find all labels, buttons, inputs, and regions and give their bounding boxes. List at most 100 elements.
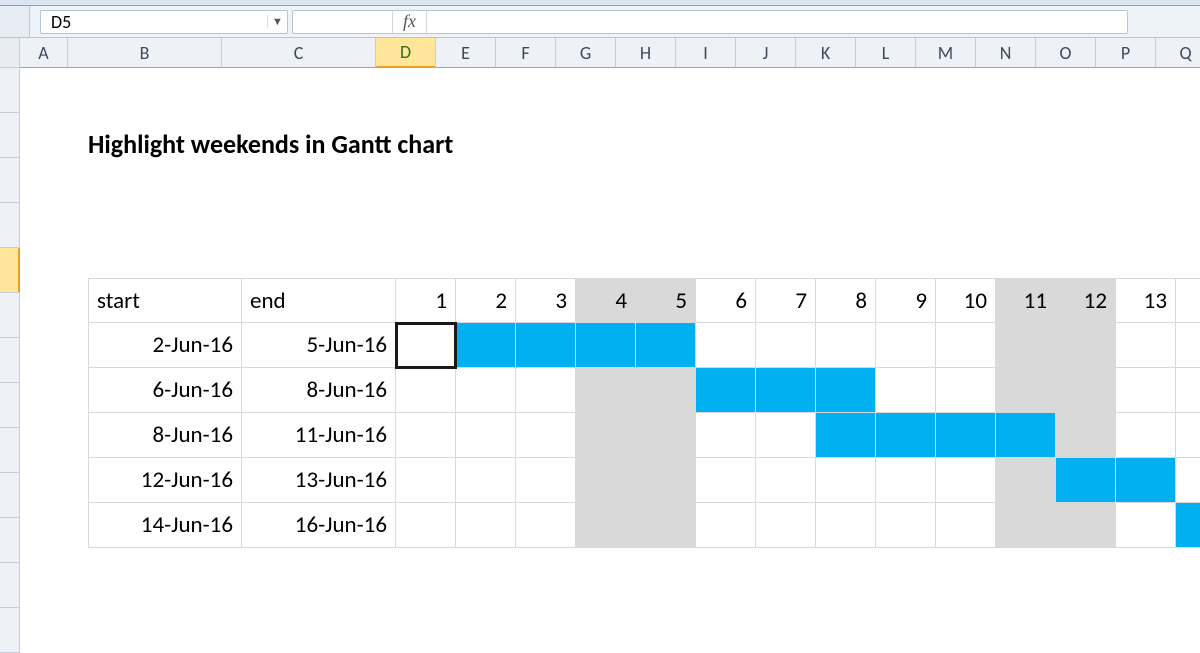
gantt-cell[interactable] (1116, 323, 1176, 368)
gantt-cell[interactable] (696, 413, 756, 458)
gantt-cell[interactable] (1176, 458, 1200, 503)
cell-end[interactable]: 16-Jun-16 (242, 503, 396, 548)
cell-end[interactable]: 13-Jun-16 (242, 458, 396, 503)
row-header-1[interactable] (0, 68, 20, 113)
gantt-cell[interactable] (696, 503, 756, 548)
gantt-cell[interactable] (456, 413, 516, 458)
select-all-corner[interactable] (0, 38, 20, 68)
fx-icon[interactable]: fx (393, 11, 427, 33)
column-header-J[interactable]: J (736, 38, 796, 68)
cell-start[interactable]: 8-Jun-16 (88, 413, 242, 458)
gantt-cell[interactable] (576, 503, 636, 548)
column-header-N[interactable]: N (976, 38, 1036, 68)
gantt-cell[interactable] (1176, 368, 1200, 413)
cell-end[interactable]: 8-Jun-16 (242, 368, 396, 413)
gantt-cell[interactable] (1056, 458, 1116, 503)
gantt-cell[interactable] (396, 413, 456, 458)
gantt-cell[interactable] (876, 323, 936, 368)
gantt-cell[interactable] (456, 323, 516, 368)
column-header-L[interactable]: L (856, 38, 916, 68)
row-header-10[interactable] (0, 473, 20, 518)
column-header-O[interactable]: O (1036, 38, 1096, 68)
gantt-cell[interactable] (996, 413, 1056, 458)
gantt-cell[interactable] (756, 503, 816, 548)
row-header-3[interactable] (0, 158, 20, 203)
gantt-cell[interactable] (696, 458, 756, 503)
gantt-cell[interactable] (516, 413, 576, 458)
gantt-cell[interactable] (396, 458, 456, 503)
row-header-7[interactable] (0, 338, 20, 383)
formula-input[interactable] (427, 11, 1127, 33)
cell-end[interactable]: 11-Jun-16 (242, 413, 396, 458)
gantt-cell[interactable] (756, 458, 816, 503)
row-header-6[interactable] (0, 293, 20, 338)
gantt-cell[interactable] (816, 503, 876, 548)
name-box[interactable]: D5 ▼ (40, 10, 288, 34)
gantt-cell[interactable] (576, 458, 636, 503)
column-header-K[interactable]: K (796, 38, 856, 68)
gantt-cell[interactable] (1116, 368, 1176, 413)
cell-start[interactable]: 14-Jun-16 (88, 503, 242, 548)
column-header-I[interactable]: I (676, 38, 736, 68)
gantt-cell[interactable] (876, 413, 936, 458)
gantt-cell[interactable] (816, 413, 876, 458)
gantt-cell[interactable] (396, 503, 456, 548)
gantt-cell[interactable] (816, 323, 876, 368)
gantt-cell[interactable] (1176, 323, 1200, 368)
gantt-cell[interactable] (876, 503, 936, 548)
gantt-cell[interactable] (576, 413, 636, 458)
gantt-cell[interactable] (756, 413, 816, 458)
gantt-cell[interactable] (996, 368, 1056, 413)
row-header-5[interactable] (0, 248, 20, 293)
gantt-cell[interactable] (936, 368, 996, 413)
gantt-cell[interactable] (636, 458, 696, 503)
gantt-cell[interactable] (636, 503, 696, 548)
row-header-2[interactable] (0, 113, 20, 158)
gantt-cell[interactable] (816, 458, 876, 503)
gantt-cell[interactable] (456, 503, 516, 548)
gantt-cell[interactable] (936, 413, 996, 458)
gantt-cell[interactable] (996, 458, 1056, 503)
column-header-B[interactable]: B (68, 38, 222, 68)
gantt-cell[interactable] (936, 323, 996, 368)
gantt-cell[interactable] (1056, 368, 1116, 413)
column-header-M[interactable]: M (916, 38, 976, 68)
gantt-cell[interactable] (696, 368, 756, 413)
gantt-cell[interactable] (576, 323, 636, 368)
gantt-cell[interactable] (1116, 458, 1176, 503)
gantt-cell[interactable] (936, 503, 996, 548)
column-header-F[interactable]: F (496, 38, 556, 68)
gantt-cell[interactable] (756, 368, 816, 413)
gantt-cell[interactable] (636, 323, 696, 368)
column-header-G[interactable]: G (556, 38, 616, 68)
column-header-P[interactable]: P (1096, 38, 1156, 68)
gantt-cell[interactable] (936, 458, 996, 503)
gantt-cell[interactable] (516, 368, 576, 413)
column-header-D[interactable]: D (376, 38, 436, 68)
row-header-9[interactable] (0, 428, 20, 473)
row-header-4[interactable] (0, 203, 20, 248)
gantt-cell[interactable] (1176, 413, 1200, 458)
gantt-cell[interactable] (516, 503, 576, 548)
gantt-cell[interactable] (1176, 503, 1200, 548)
gantt-cell[interactable] (1116, 413, 1176, 458)
column-header-Q[interactable]: Q (1156, 38, 1200, 68)
gantt-cell[interactable] (1056, 503, 1116, 548)
gantt-cell[interactable] (696, 323, 756, 368)
gantt-cell[interactable] (1116, 503, 1176, 548)
gantt-cell[interactable] (1056, 413, 1116, 458)
gantt-cell[interactable] (636, 413, 696, 458)
row-header-13[interactable] (0, 608, 20, 653)
gantt-cell[interactable] (816, 368, 876, 413)
column-header-A[interactable]: A (20, 38, 68, 68)
gantt-cell[interactable] (1056, 323, 1116, 368)
cell-start[interactable]: 2-Jun-16 (88, 323, 242, 368)
gantt-cell[interactable] (456, 458, 516, 503)
active-cell[interactable] (396, 323, 456, 368)
gantt-cell[interactable] (756, 323, 816, 368)
column-header-C[interactable]: C (222, 38, 376, 68)
row-header-11[interactable] (0, 518, 20, 563)
gantt-cell[interactable] (396, 368, 456, 413)
column-header-E[interactable]: E (436, 38, 496, 68)
gantt-cell[interactable] (996, 503, 1056, 548)
